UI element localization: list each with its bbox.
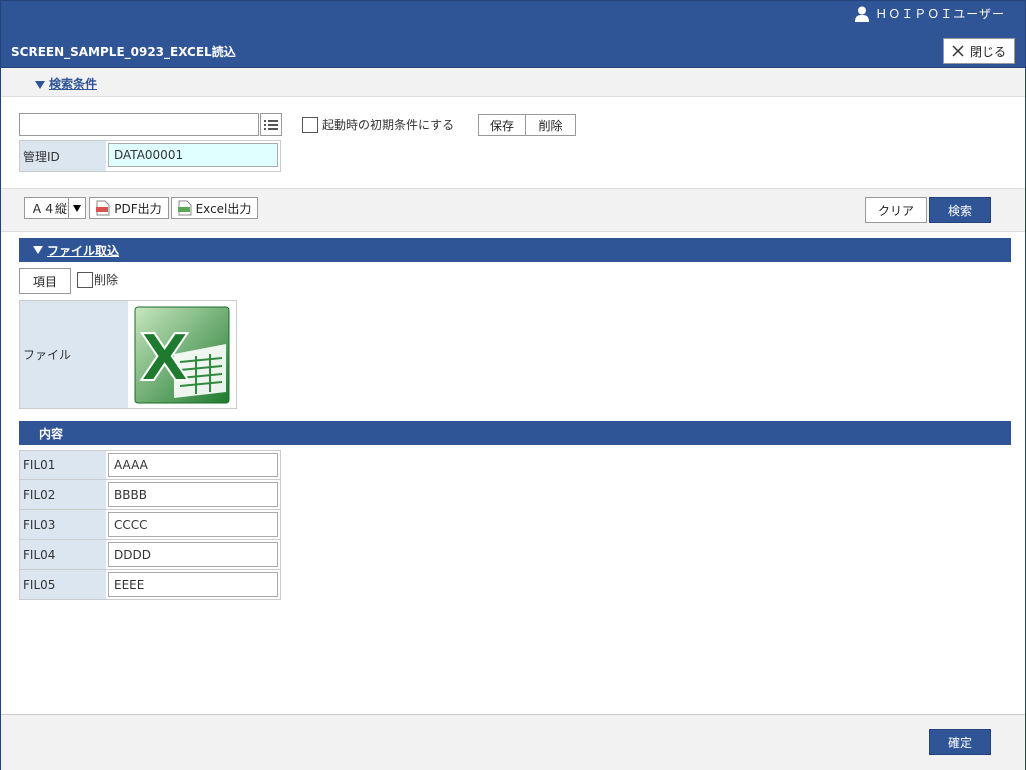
close-label: 閉じる — [969, 44, 1006, 59]
pdf-icon — [96, 200, 110, 216]
clear-button[interactable]: クリア — [865, 197, 927, 223]
item-button[interactable]: 項目 — [19, 268, 71, 294]
content-grid: FIL01 AAAA FIL02 BBBB FIL03 CCCC FIL04 D… — [19, 450, 281, 600]
delete-label: 削除 — [94, 273, 119, 287]
field-label: FIL04 — [20, 540, 106, 569]
table-row: FIL04 DDDD — [19, 540, 281, 570]
search-condition-label: 検索条件 — [49, 77, 98, 91]
title-bar: ＨＯＩＰＯＩユーザー SCREEN_SAMPLE_0923_EXCEL読込 閉じ… — [0, 0, 1026, 68]
paper-size-select[interactable]: Ａ４縦 — [24, 197, 86, 219]
field-input[interactable]: BBBB — [108, 482, 278, 507]
svg-text:X: X — [140, 322, 189, 396]
excel-output-button[interactable]: Excel出力 — [171, 197, 258, 219]
pdf-output-label: PDF出力 — [114, 201, 162, 216]
collapse-triangle-icon — [35, 80, 45, 89]
condition-list-button[interactable] — [260, 113, 282, 136]
paper-size-value: Ａ４縦 — [31, 201, 68, 216]
chevron-down-icon — [68, 198, 85, 218]
file-label: ファイル — [20, 301, 128, 408]
content-label: 内容 — [39, 426, 64, 441]
search-condition-bar: 検索条件 — [1, 68, 1025, 97]
excel-file-icon[interactable]: X — [128, 301, 236, 408]
table-row: FIL05 EEEE — [19, 570, 281, 600]
field-label: FIL02 — [20, 480, 106, 509]
delete-condition-button[interactable]: 削除 — [525, 114, 576, 136]
search-condition-toggle[interactable]: 検索条件 — [35, 75, 97, 92]
delete-checkbox[interactable] — [77, 271, 93, 288]
user-info[interactable]: ＨＯＩＰＯＩユーザー — [855, 5, 1005, 22]
close-icon — [952, 45, 964, 57]
field-input[interactable]: EEEE — [108, 572, 278, 597]
page-title: SCREEN_SAMPLE_0923_EXCEL読込 — [11, 45, 236, 59]
field-input[interactable]: AAAA — [108, 453, 278, 477]
search-button[interactable]: 検索 — [929, 197, 991, 223]
save-button[interactable]: 保存 — [478, 114, 526, 136]
id-label: 管理ID — [20, 141, 106, 171]
main-frame: 検索条件 起動時の初期条件にする 保存 削除 管理ID DATA00001 Ａ４… — [0, 68, 1026, 770]
init-condition-option[interactable]: 起動時の初期条件にする — [302, 116, 454, 133]
content-header: 内容 — [19, 421, 1011, 445]
init-condition-label: 起動時の初期条件にする — [322, 118, 455, 132]
field-label: FIL05 — [20, 570, 106, 599]
file-import-header[interactable]: ファイル取込 — [19, 238, 1011, 262]
field-input[interactable]: CCCC — [108, 512, 278, 537]
footer-bar: 確定 — [1, 714, 1025, 770]
file-import-label: ファイル取込 — [47, 243, 120, 258]
init-condition-checkbox[interactable] — [302, 116, 318, 133]
list-icon — [264, 119, 278, 130]
field-label: FIL03 — [20, 510, 106, 539]
user-icon — [855, 6, 870, 22]
condition-name-input[interactable] — [19, 113, 259, 136]
excel-output-label: Excel出力 — [195, 201, 252, 216]
id-row: 管理ID DATA00001 — [19, 140, 281, 172]
id-input[interactable]: DATA00001 — [108, 143, 278, 167]
table-row: FIL01 AAAA — [19, 450, 281, 480]
field-label: FIL01 — [20, 451, 106, 479]
table-row: FIL03 CCCC — [19, 510, 281, 540]
confirm-button[interactable]: 確定 — [929, 729, 991, 755]
field-input[interactable]: DDDD — [108, 542, 278, 567]
toolbar: Ａ４縦 PDF出力 Excel出力 クリア 検索 — [1, 188, 1025, 232]
collapse-triangle-icon — [33, 246, 43, 254]
excel-icon — [177, 200, 192, 216]
close-button[interactable]: 閉じる — [943, 38, 1015, 64]
delete-option[interactable]: 削除 — [77, 271, 118, 288]
user-name: ＨＯＩＰＯＩユーザー — [875, 7, 1005, 21]
pdf-output-button[interactable]: PDF出力 — [89, 197, 169, 219]
table-row: FIL02 BBBB — [19, 480, 281, 510]
file-row: ファイル X — [19, 300, 237, 409]
